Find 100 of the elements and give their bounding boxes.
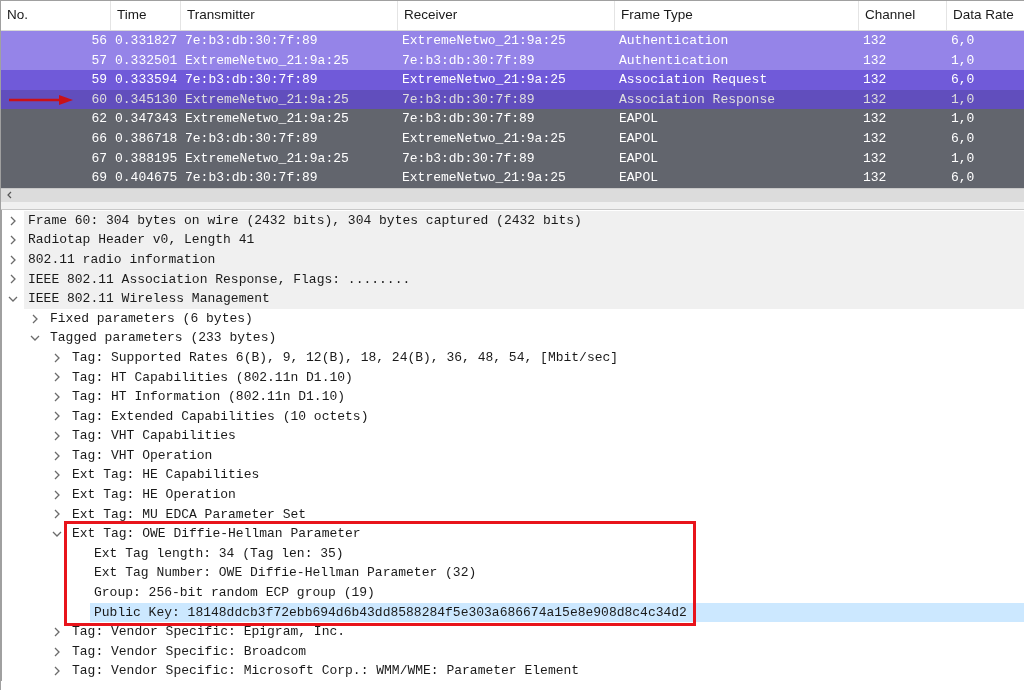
table-cell-text: ExtremeNetwo_21:9a:25 bbox=[184, 149, 350, 168]
chevron-right-icon[interactable] bbox=[52, 489, 62, 500]
table-cell-text: ExtremeNetwo_21:9a:25 bbox=[401, 32, 567, 51]
tree-item[interactable]: IEEE 802.11 Association Response, Flags: ........ bbox=[24, 269, 1024, 290]
table-cell-text: 0.332501 bbox=[114, 51, 179, 70]
table-cell-text: Association Response bbox=[618, 90, 777, 109]
table-cell-text: 7e:b3:db:30:7f:89 bbox=[184, 169, 319, 188]
tree-item[interactable]: Tag: Extended Capabilities (10 octets) bbox=[68, 406, 1024, 427]
tree-item[interactable]: Public Key: 18148ddcb3f72ebb694d6b43dd8588284f5e303a686674a15e8e908d8c4c34d2 bbox=[90, 602, 1024, 623]
column-header[interactable]: Frame Type bbox=[615, 1, 859, 30]
chevron-right-icon[interactable] bbox=[52, 391, 62, 402]
table-cell-text: 60 bbox=[90, 90, 108, 109]
table-cell-text: Authentication bbox=[618, 51, 730, 70]
column-header[interactable]: Data Rate bbox=[947, 1, 1024, 30]
table-cell-text: ExtremeNetwo_21:9a:25 bbox=[401, 71, 567, 90]
table-cell-text: 57 bbox=[90, 51, 108, 70]
table-cell-text: 62 bbox=[90, 110, 108, 129]
chevron-right-icon[interactable] bbox=[52, 509, 62, 520]
tree-item[interactable]: Group: 256-bit random ECP group (19) bbox=[90, 583, 1024, 603]
tree-item[interactable]: Ext Tag length: 34 (Tag len: 35) bbox=[90, 543, 1024, 564]
tree-item[interactable]: Ext Tag Number: OWE Diffie-Hellman Parameter (32) bbox=[90, 563, 1024, 584]
tree-item[interactable]: Tag: Supported Rates 6(B), 9, 12(B), 18, 24(B), 36, 48, 54, [Mbit/sec] bbox=[68, 347, 1024, 368]
table-cell-text: 7e:b3:db:30:7f:89 bbox=[401, 149, 536, 168]
table-cell-text: 6,0 bbox=[950, 169, 976, 188]
tree-item[interactable]: Tag: Vendor Specific: Broadcom bbox=[68, 641, 1024, 662]
table-cell-text: ExtremeNetwo_21:9a:25 bbox=[401, 169, 567, 188]
table-cell-text: 132 bbox=[862, 51, 888, 70]
table-cell-text: 7e:b3:db:30:7f:89 bbox=[401, 90, 536, 109]
chevron-right-icon[interactable] bbox=[52, 372, 62, 383]
table-cell-text: 6,0 bbox=[950, 32, 976, 51]
chevron-right-icon[interactable] bbox=[8, 235, 18, 246]
table-cell-text: 7e:b3:db:30:7f:89 bbox=[184, 32, 319, 51]
column-header[interactable]: Channel bbox=[859, 1, 947, 30]
packet-row[interactable]: 62 0.347343 ExtremeNetwo_21:9a:25 7e:b3:db:30:7f:89 EAPOL 132 1,0 bbox=[1, 109, 1024, 129]
table-cell-text: EAPOL bbox=[618, 149, 659, 168]
table-cell-text: 69 bbox=[90, 169, 108, 188]
table-cell-text: 0.345130 bbox=[114, 90, 179, 109]
table-cell-text: ExtremeNetwo_21:9a:25 bbox=[184, 110, 350, 129]
tree-item[interactable]: Frame 60: 304 bytes on wire (2432 bits), 304 bytes captured (2432 bits) bbox=[24, 210, 1024, 231]
table-cell-text: 0.347343 bbox=[114, 110, 179, 129]
table-cell-text: 7e:b3:db:30:7f:89 bbox=[184, 130, 319, 148]
table-cell-text: Authentication bbox=[618, 32, 730, 51]
table-cell-text: 132 bbox=[862, 71, 888, 90]
tree-item[interactable]: Tag: Vendor Specific: Microsoft Corp.: WMM/WME: Parameter Element bbox=[68, 661, 1024, 681]
tree-item[interactable]: 802.11 radio information bbox=[24, 249, 1024, 270]
tree-item[interactable]: Tag: VHT Operation bbox=[68, 445, 1024, 466]
tree-item[interactable]: Tagged parameters (233 bytes) bbox=[46, 328, 1024, 348]
chevron-right-icon[interactable] bbox=[52, 470, 62, 481]
chevron-right-icon[interactable] bbox=[52, 352, 62, 363]
tree-item[interactable]: Tag: Vendor Specific: Epigram, Inc. bbox=[68, 622, 1024, 642]
table-cell-text: ExtremeNetwo_21:9a:25 bbox=[184, 51, 350, 70]
packet-row[interactable]: 60 0.345130 ExtremeNetwo_21:9a:25 7e:b3:db:30:7f:89 Association Response 132 1,0 bbox=[1, 89, 1024, 110]
tree-item[interactable]: Ext Tag: OWE Diffie-Hellman Parameter bbox=[68, 524, 1024, 544]
table-cell-text: Association Request bbox=[618, 71, 769, 90]
chevron-right-icon[interactable] bbox=[8, 215, 18, 226]
tree-item[interactable]: Fixed parameters (6 bytes) bbox=[46, 308, 1024, 329]
chevron-right-icon[interactable] bbox=[52, 450, 62, 461]
table-cell-text: 132 bbox=[862, 130, 888, 148]
tree-item[interactable]: Ext Tag: MU EDCA Parameter Set bbox=[68, 504, 1024, 525]
packet-row[interactable]: 69 0.404675 7e:b3:db:30:7f:89 ExtremeNetwo_21:9a:25 EAPOL 132 6,0 bbox=[1, 168, 1024, 188]
table-cell-text: 0.331827 bbox=[114, 32, 179, 51]
tree-item[interactable]: Ext Tag: HE Capabilities bbox=[68, 465, 1024, 486]
packet-row[interactable]: 66 0.386718 7e:b3:db:30:7f:89 ExtremeNetwo_21:9a:25 EAPOL 132 6,0 bbox=[1, 128, 1024, 149]
packet-row[interactable]: 59 0.333594 7e:b3:db:30:7f:89 ExtremeNetwo_21:9a:25 Association Request 132 6,0 bbox=[1, 70, 1024, 90]
chevron-right-icon[interactable] bbox=[30, 313, 40, 324]
tree-item[interactable]: Tag: HT Capabilities (802.11n D1.10) bbox=[68, 367, 1024, 388]
table-cell-text: 132 bbox=[862, 90, 888, 109]
table-cell-text: 6,0 bbox=[950, 130, 976, 148]
column-header[interactable]: No. bbox=[1, 1, 111, 30]
tree-item[interactable]: Radiotap Header v0, Length 41 bbox=[24, 230, 1024, 250]
chevron-right-icon[interactable] bbox=[52, 627, 62, 637]
scroll-left-icon[interactable] bbox=[6, 191, 14, 200]
table-cell-text: 0.388195 bbox=[114, 149, 179, 168]
packet-row[interactable]: 67 0.388195 ExtremeNetwo_21:9a:25 7e:b3:db:30:7f:89 EAPOL 132 1,0 bbox=[1, 148, 1024, 169]
table-cell-text: 132 bbox=[862, 32, 888, 51]
chevron-right-icon[interactable] bbox=[52, 431, 62, 442]
table-cell-text: 1,0 bbox=[950, 51, 976, 70]
chevron-right-icon[interactable] bbox=[8, 274, 18, 285]
tree-item[interactable]: Tag: VHT Capabilities bbox=[68, 426, 1024, 446]
splitter-handle[interactable] bbox=[1, 201, 1024, 210]
table-cell-text: 1,0 bbox=[950, 110, 976, 129]
column-header[interactable]: Receiver bbox=[398, 1, 615, 30]
chevron-right-icon[interactable] bbox=[52, 646, 62, 657]
column-header[interactable]: Time bbox=[111, 1, 181, 30]
tree-item[interactable]: Ext Tag: HE Operation bbox=[68, 485, 1024, 505]
table-cell-text: 67 bbox=[90, 149, 108, 168]
table-cell-text: ExtremeNetwo_21:9a:25 bbox=[401, 130, 567, 148]
table-cell-text: 7e:b3:db:30:7f:89 bbox=[401, 51, 536, 70]
chevron-right-icon[interactable] bbox=[8, 254, 18, 265]
tree-item[interactable]: IEEE 802.11 Wireless Management bbox=[24, 289, 1024, 309]
table-cell-text: 132 bbox=[862, 169, 888, 188]
table-cell-text: 0.333594 bbox=[114, 71, 179, 90]
column-header[interactable]: Transmitter bbox=[181, 1, 398, 30]
table-cell-text: 6,0 bbox=[950, 71, 976, 90]
chevron-right-icon[interactable] bbox=[52, 666, 62, 677]
tree-item[interactable]: Tag: HT Information (802.11n D1.10) bbox=[68, 387, 1024, 407]
table-cell-text: 0.404675 bbox=[114, 169, 179, 188]
chevron-right-icon[interactable] bbox=[52, 411, 62, 422]
table-cell-text: 66 bbox=[90, 130, 108, 148]
table-cell-text: 59 bbox=[90, 71, 108, 90]
